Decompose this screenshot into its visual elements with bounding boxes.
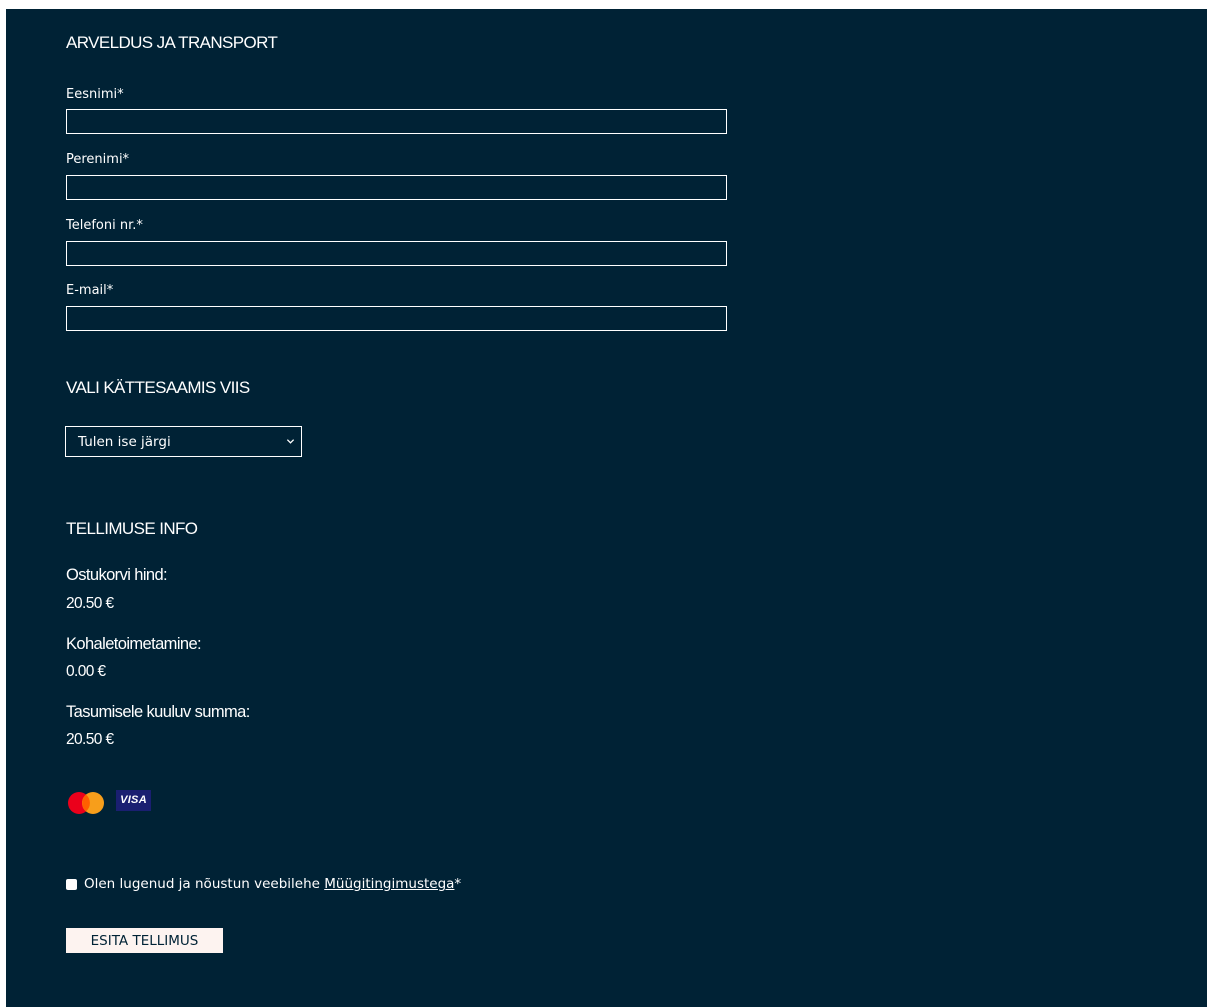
cart-price-label: Ostukorvi hind: [66,566,168,584]
terms-link[interactable]: Müügitingimustega [324,876,454,892]
visa-icon: VISA [116,790,151,811]
shipping-value: 0.00 € [66,663,106,680]
email-label: E-mail* [66,283,114,298]
submit-order-button[interactable]: ESITA TELLIMUS [66,928,223,953]
cart-price-value: 20.50 € [66,595,114,612]
checkout-panel: ARVELDUS JA TRANSPORT Eesnimi* Perenimi*… [6,9,1207,1007]
order-info-section-title: TELLIMUSE INFO [66,519,198,538]
terms-text: Olen lugenud ja nõustun veebilehe [84,876,325,892]
first-name-label: Eesnimi* [66,87,124,102]
last-name-label: Perenimi* [66,152,130,167]
chevron-down-icon [286,439,295,444]
delivery-section-title: VALI KÄTTESAAMIS VIIS [66,378,250,397]
delivery-method-select[interactable]: Tulen ise järgi [65,426,302,457]
delivery-method-value: Tulen ise järgi [78,434,171,450]
terms-checkbox[interactable] [66,878,77,890]
shipping-label: Kohaletoimetamine: [66,635,202,653]
billing-section-title: ARVELDUS JA TRANSPORT [66,33,278,52]
email-input[interactable] [66,306,727,331]
terms-required-mark: * [454,876,462,892]
last-name-input[interactable] [66,175,727,200]
total-value: 20.50 € [66,731,114,748]
phone-input[interactable] [66,241,727,266]
first-name-input[interactable] [66,109,727,134]
total-label: Tasumisele kuuluv summa: [66,703,250,721]
mastercard-icon [68,792,104,814]
phone-label: Telefoni nr.* [66,218,143,233]
terms-row: Olen lugenud ja nõustun veebilehe Müügit… [66,875,461,893]
